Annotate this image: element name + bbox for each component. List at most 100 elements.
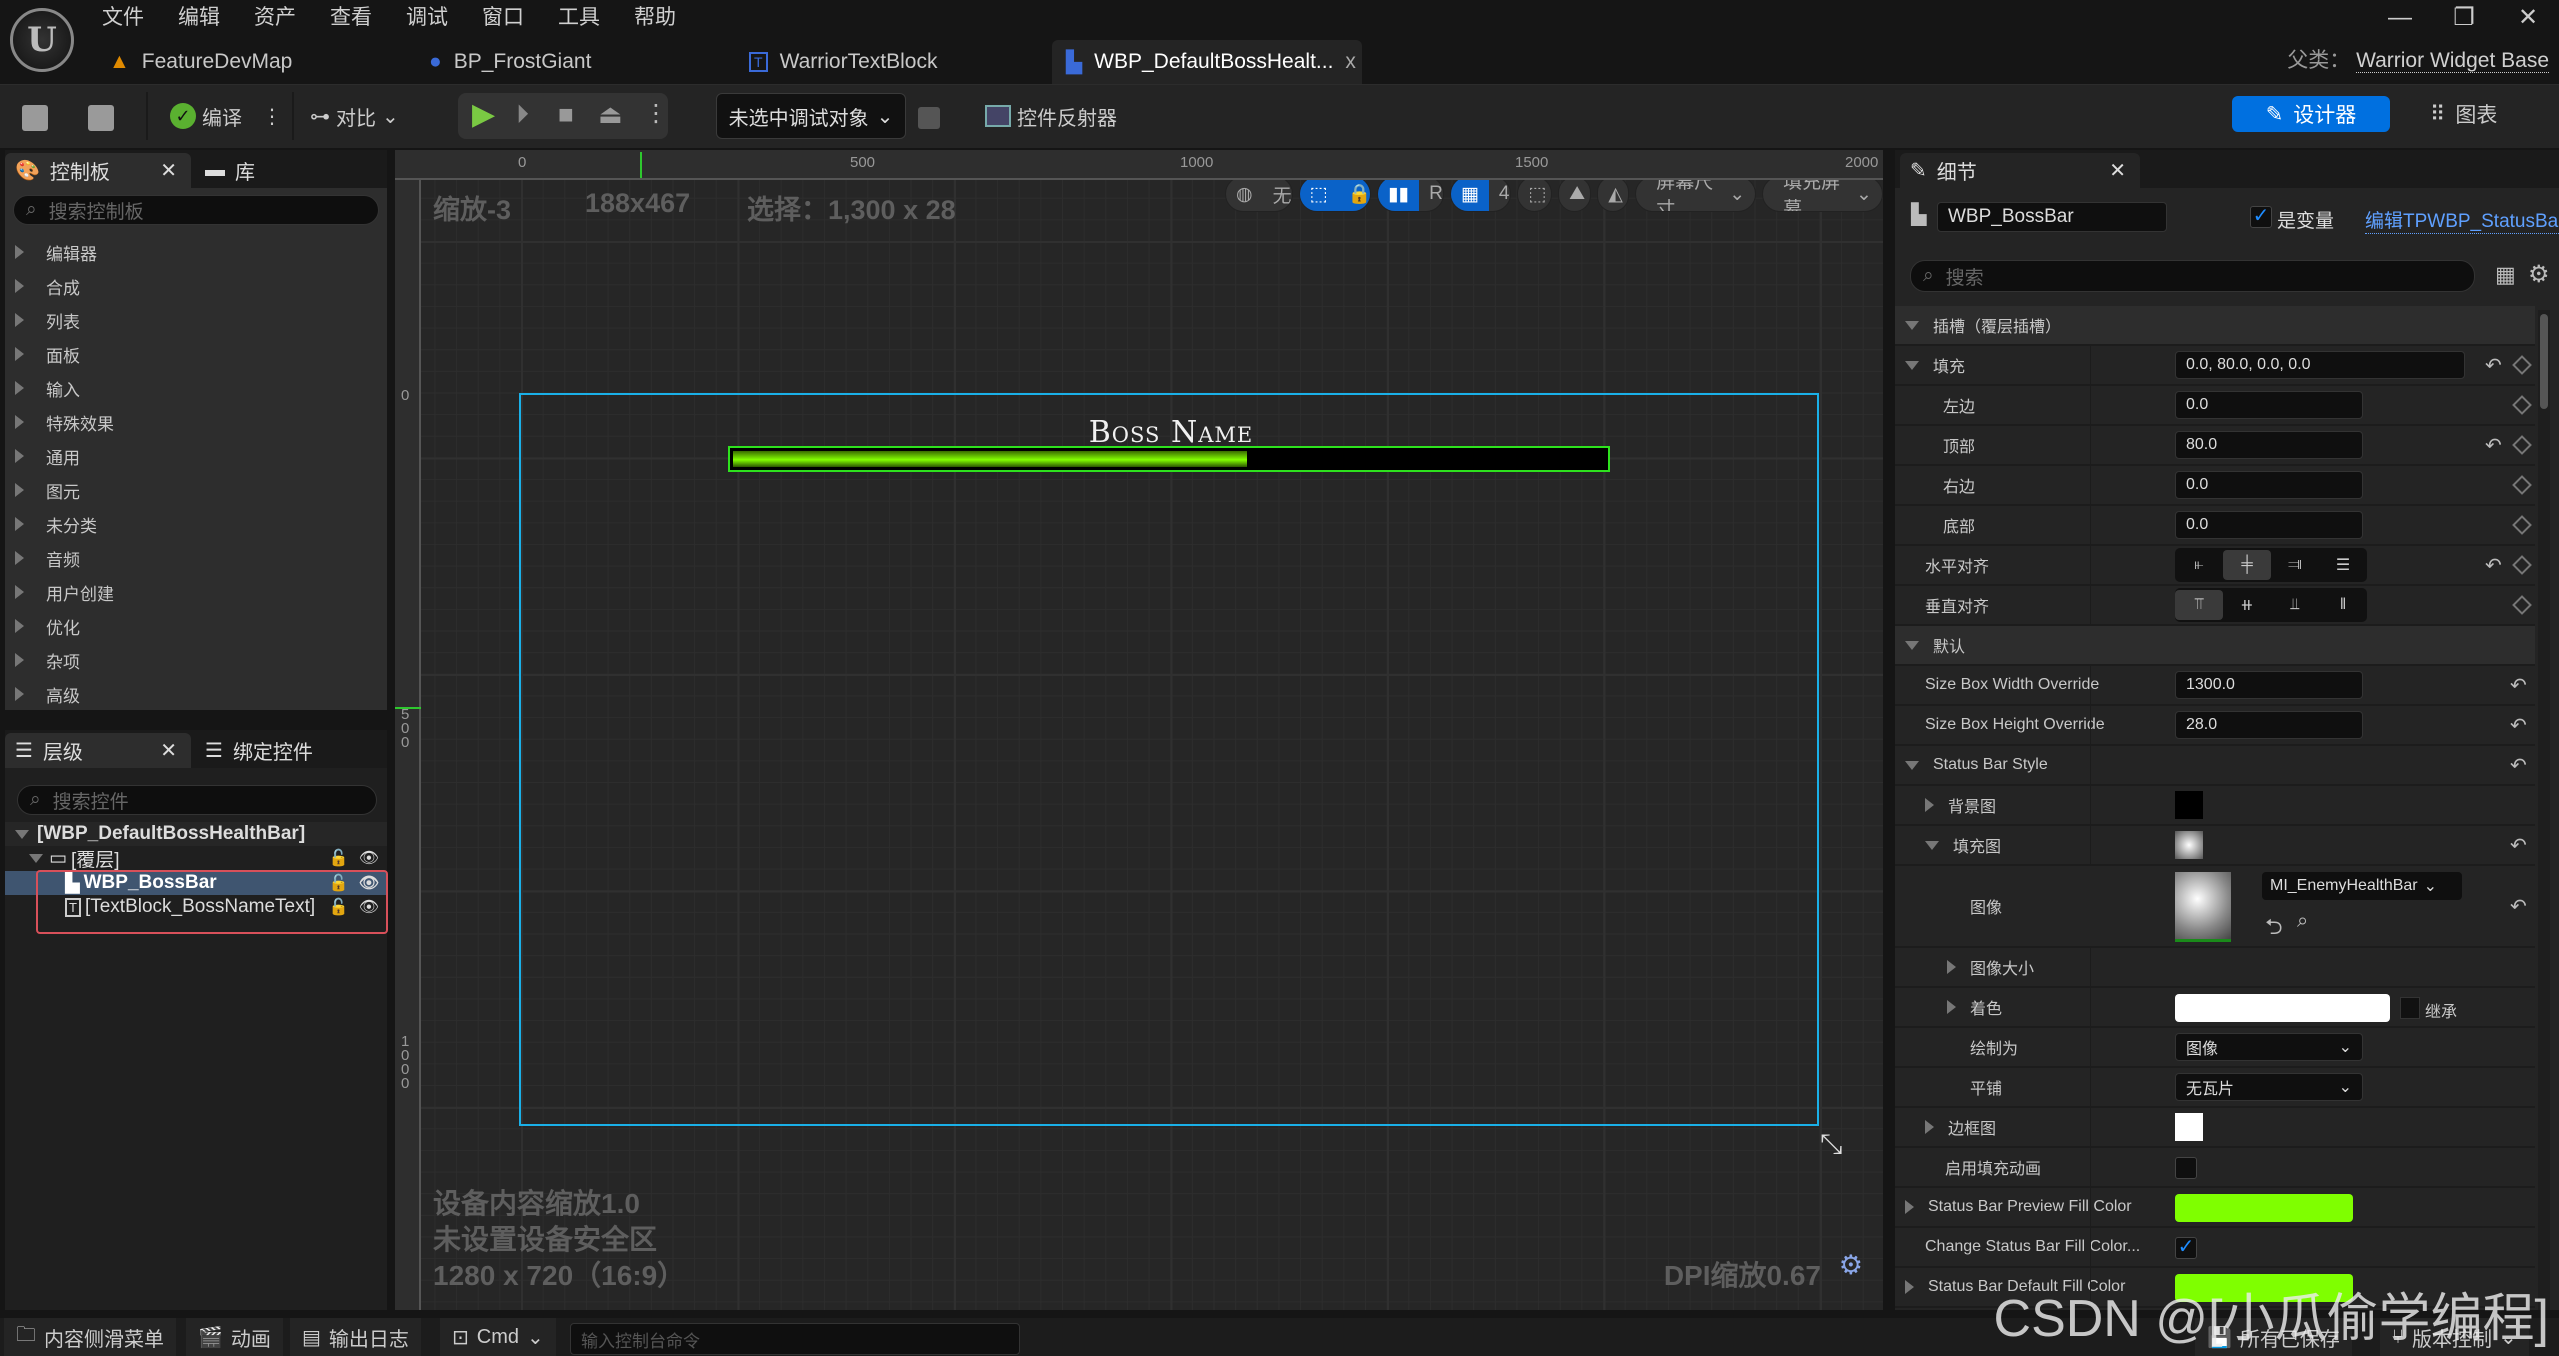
border-image-swatch[interactable] [2175, 1113, 2203, 1141]
menu-tools[interactable]: 工具 [558, 2, 600, 34]
fill-animation-checkbox[interactable]: ✓ [2175, 1157, 2197, 1179]
background-image-button[interactable]: ⛰ [1558, 176, 1592, 212]
align-middle-icon[interactable]: ⧺ [2223, 590, 2271, 620]
doc-tab-bp-frostgiant[interactable]: ● BP_FrostGiant [415, 40, 715, 84]
padding-top-input[interactable]: 80.0 [2175, 431, 2363, 459]
details-scrollbar[interactable] [2538, 310, 2550, 1310]
boss-name-text[interactable]: Boss Name [521, 415, 1821, 450]
details-search-input[interactable]: ⌕ 搜索 [1910, 260, 2475, 292]
expand-icon[interactable] [1947, 960, 1956, 974]
content-drawer-button[interactable]: 🗀 内容侧滑菜单 [4, 1318, 176, 1356]
align-right-icon[interactable]: ⫥ [2271, 550, 2319, 580]
property-matrix-icon[interactable]: ▦ [2495, 262, 2516, 288]
fill-image-swatch[interactable] [2175, 831, 2203, 859]
browse-asset-icon[interactable]: ⌕ [2297, 910, 2308, 933]
expand-icon[interactable] [1905, 1200, 1914, 1214]
image-thumbnail[interactable] [2175, 872, 2231, 942]
dpi-settings-gear-icon[interactable]: ⚙ [1839, 1250, 1863, 1281]
animation-button[interactable]: 🎬 动画 [186, 1318, 283, 1356]
play-icon[interactable]: ▶ [472, 97, 495, 132]
keyframe-diamond-icon[interactable] [2512, 555, 2532, 575]
keyframe-diamond-icon[interactable] [2512, 355, 2532, 375]
is-variable-checkbox[interactable]: ✓ [2250, 206, 2272, 228]
tint-color-swatch[interactable] [2175, 994, 2390, 1022]
designer-canvas[interactable]: 缩放-3 188x467 选择：1,300 x 28 ◍ 无 ⬚ 🔒 ▮▮ R ▦ 4 … [395, 150, 1883, 1310]
expand-icon[interactable] [1905, 1280, 1914, 1294]
respect-locks-toggle[interactable]: ▮▮ R [1377, 176, 1444, 212]
menu-file[interactable]: 文件 [102, 2, 144, 34]
keyframe-diamond-icon[interactable] [2512, 595, 2532, 615]
close-tab-icon[interactable]: ✕ [2109, 158, 2126, 183]
widget-reflector-button[interactable]: 控件反射器 [985, 96, 1117, 136]
settings-gear-icon[interactable]: ⚙ [2528, 260, 2550, 289]
change-fill-color-checkbox[interactable]: ✓ [2175, 1237, 2197, 1259]
align-center-icon[interactable]: ╪ [2223, 550, 2271, 580]
padding-left-input[interactable]: 0.0 [2175, 391, 2363, 419]
expand-icon[interactable] [1947, 1000, 1956, 1014]
expand-icon[interactable] [1925, 1120, 1934, 1134]
reset-icon[interactable]: ↶ [2485, 553, 2502, 578]
inherit-checkbox[interactable] [2400, 997, 2420, 1019]
palette-category[interactable]: 面板 [15, 339, 80, 369]
keyframe-diamond-icon[interactable] [2512, 475, 2532, 495]
section-slot[interactable]: 插槽（覆层插槽） [1895, 306, 2535, 346]
tiling-dropdown[interactable]: 无瓦片 ⌄ [2175, 1073, 2363, 1101]
doc-tab-wbp-defaultbosshealthbar[interactable]: ▙ WBP_DefaultBossHealt... x [1052, 40, 1362, 84]
lock-icon[interactable]: 🔓 [329, 848, 349, 868]
padding-bottom-input[interactable]: 0.0 [2175, 511, 2363, 539]
align-fill-icon[interactable]: ☰ [2319, 550, 2367, 580]
browse-button[interactable] [88, 98, 114, 138]
width-override-input[interactable]: 1300.0 [2175, 671, 2363, 699]
reset-icon[interactable]: ↶ [2510, 894, 2527, 919]
preview-fill-color-swatch[interactable] [2175, 1194, 2353, 1222]
graph-mode-button[interactable]: ⠿ 图表 [2430, 96, 2540, 132]
hierarchy-root[interactable]: [WBP_DefaultBossHealthBar] [5, 822, 387, 846]
keyframe-diamond-icon[interactable] [2512, 435, 2532, 455]
select-tool-button[interactable]: ⬚ [1517, 176, 1553, 212]
hierarchy-overlay[interactable]: ▭ [覆层] 🔓 👁 [5, 846, 387, 871]
world-toggle[interactable]: ◍ 无 [1225, 176, 1293, 212]
menu-edit[interactable]: 编辑 [178, 2, 220, 34]
eject-icon[interactable]: ⏏ [598, 99, 623, 130]
reset-icon[interactable]: ↶ [2510, 833, 2527, 858]
reset-icon[interactable]: ↶ [2510, 713, 2527, 738]
diff-button[interactable]: ⊶ 对比 ⌄ [310, 96, 399, 136]
parent-class-link[interactable]: Warrior Widget Base [2356, 49, 2549, 73]
minimize-button[interactable]: — [2380, 4, 2420, 32]
grid-snap-toggle[interactable]: ▦ 4 [1449, 176, 1512, 212]
restore-button[interactable]: ❐ [2444, 4, 2484, 32]
reset-icon[interactable]: ↶ [2485, 353, 2502, 378]
safe-zone-toggle[interactable]: ⬚ 🔒 [1298, 176, 1372, 212]
visibility-eye-icon[interactable]: 👁 [359, 848, 379, 868]
cmd-dropdown[interactable]: ⊡ Cmd ⌄ [440, 1318, 556, 1356]
collapse-icon[interactable] [1925, 840, 1939, 850]
fill-screen-dropdown[interactable]: 填充屏幕 ⌄ [1762, 176, 1883, 212]
image-asset-dropdown[interactable]: MI_EnemyHealthBar ⌄ [2262, 872, 2462, 900]
step-icon[interactable]: ⏵ [516, 99, 529, 131]
reset-icon[interactable]: ↶ [2510, 753, 2527, 778]
palette-search-input[interactable]: ⌕ 搜索控制板 [13, 195, 379, 225]
palette-category[interactable]: 编辑器 [15, 237, 97, 267]
keyframe-diamond-icon[interactable] [2512, 515, 2532, 535]
use-selected-icon[interactable]: ⮌ [2265, 910, 2283, 948]
hierarchy-search-input[interactable]: ⌕ 搜索控件 [17, 785, 377, 815]
align-top-icon[interactable]: ⫪ [2175, 590, 2223, 620]
stop-icon[interactable]: ■ [558, 99, 574, 130]
padding-input[interactable]: 0.0, 80.0, 0.0, 0.0 [2175, 351, 2465, 379]
palette-category[interactable]: 高级 [15, 679, 80, 709]
boss-health-bar[interactable] [728, 446, 1610, 472]
mirror-button[interactable]: ◭ [1597, 176, 1630, 212]
keyframe-diamond-icon[interactable] [2512, 395, 2532, 415]
palette-category[interactable]: 特殊效果 [15, 407, 114, 437]
align-left-icon[interactable]: ⫦ [2175, 550, 2223, 580]
tab-library[interactable]: ▬ 库 [195, 153, 315, 188]
height-override-input[interactable]: 28.0 [2175, 711, 2363, 739]
close-tab-icon[interactable]: ✕ [160, 738, 177, 763]
menu-asset[interactable]: 资产 [254, 2, 296, 34]
tab-hierarchy[interactable]: ☰ 层级 ✕ [5, 733, 191, 768]
doc-tab-featuredevmap[interactable]: ▲ FeatureDevMap [95, 40, 395, 84]
console-command-input[interactable]: 输入控制台命令 [570, 1323, 1020, 1355]
tab-palette[interactable]: 🎨 控制板 ✕ [5, 153, 191, 188]
palette-category[interactable]: 用户创建 [15, 577, 114, 607]
menu-help[interactable]: 帮助 [634, 2, 676, 34]
